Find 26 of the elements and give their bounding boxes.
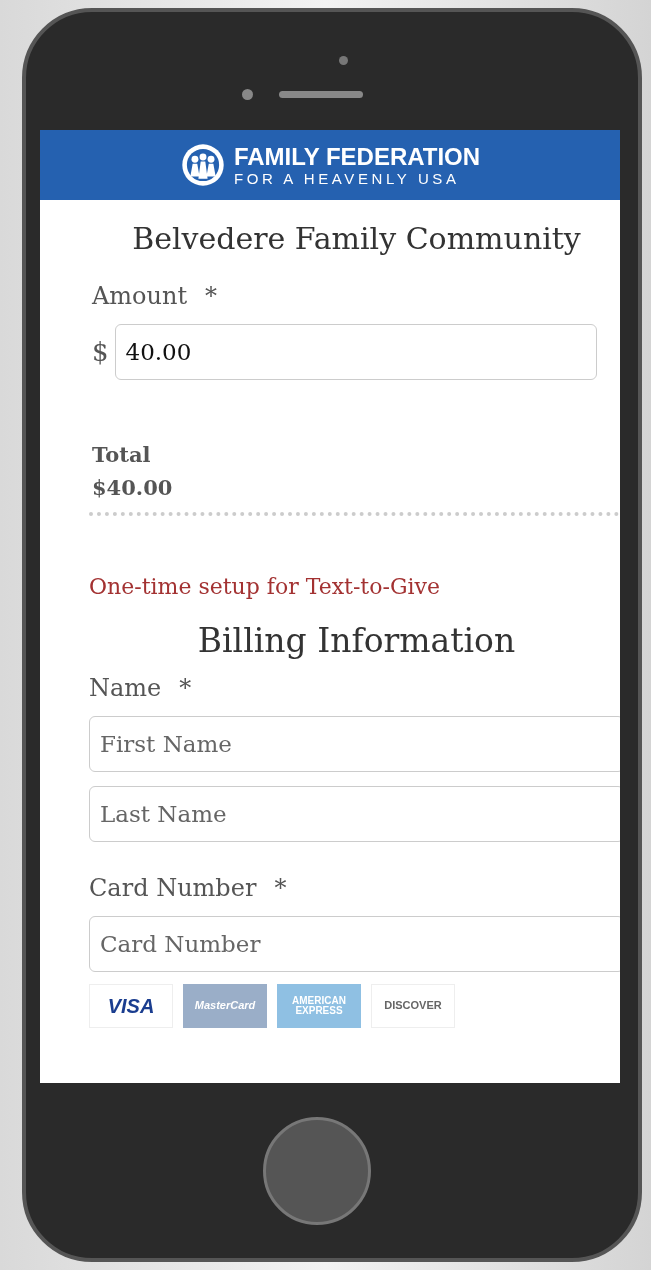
total-label: Total <box>92 441 152 467</box>
camera-icon <box>338 56 348 65</box>
card-brand-logo: DISCOVER <box>371 983 455 1028</box>
amount-field[interactable]: 40.00 <box>114 323 597 380</box>
currency-symbol: $ <box>92 336 109 367</box>
name-label: Name <box>89 673 162 702</box>
amount-label: Amount <box>92 281 188 310</box>
speaker-icon <box>278 91 363 98</box>
card-number-label: Card Number <box>89 873 257 902</box>
name-field[interactable]: Last Name <box>89 785 620 842</box>
total-amount: $40.00 <box>92 474 174 500</box>
card-brand-logo: AMERICAN EXPRESS <box>277 983 361 1028</box>
required-mark: * <box>274 873 287 902</box>
card-brand-logo: VISA <box>89 983 173 1028</box>
required-mark: * <box>205 281 218 310</box>
logo-subtitle: FOR A HEAVENLY USA <box>233 170 461 186</box>
name-field[interactable]: First Name <box>89 715 620 772</box>
card-number-field[interactable]: Card Number <box>89 915 620 972</box>
card-brand-logo: MasterCard <box>183 983 267 1028</box>
sensor-icon <box>241 89 253 100</box>
family-emblem-icon <box>179 142 226 188</box>
page-title: Belvedere Family Community <box>131 220 582 258</box>
setup-notice: One-time setup for Text-to-Give <box>89 573 441 599</box>
billing-heading: Billing Information <box>196 620 517 660</box>
required-mark: * <box>179 673 192 702</box>
logo-title: FAMILY FEDERATION <box>233 144 481 169</box>
